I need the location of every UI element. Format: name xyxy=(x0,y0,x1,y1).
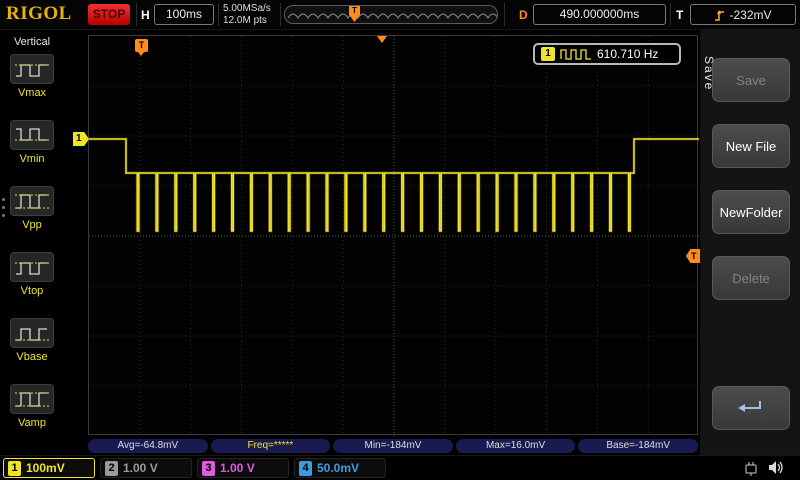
waveform-overview-icon xyxy=(285,6,497,23)
trigger-level-value: -232mV xyxy=(729,8,771,22)
timebase-value: 100ms xyxy=(154,4,214,25)
menu-item-vmax[interactable]: Vmax xyxy=(9,54,55,99)
left-menu-title: Vertical xyxy=(0,36,64,48)
horizontal-label: H xyxy=(141,8,150,22)
acquisition-info: 5.00MSa/s 12.0M pts xyxy=(223,3,271,27)
channel-4-scale: 50.0mV xyxy=(317,461,359,475)
usb-icon xyxy=(742,460,760,476)
bottom-bar: 1 100mV 2 1.00 V 3 1.00 V 4 50.0mV xyxy=(0,455,800,480)
channel-1-chip: 1 xyxy=(8,461,21,476)
channel-1-scale: 100mV xyxy=(26,461,65,475)
channel-2-scale: 1.00 V xyxy=(123,461,158,475)
menu-item-label: Vtop xyxy=(9,285,55,297)
vmax-icon xyxy=(10,54,54,84)
speaker-icon xyxy=(768,460,785,475)
channel1-reference-marker[interactable]: 1 xyxy=(73,132,89,146)
menu-item-vpp[interactable]: Vpp xyxy=(9,186,55,231)
divider xyxy=(218,3,219,26)
new-folder-button[interactable]: NewFolder xyxy=(712,190,790,234)
back-button[interactable] xyxy=(712,386,790,430)
brand-logo: RIGOL xyxy=(6,3,72,25)
divider xyxy=(670,3,671,26)
trigger-center-icon xyxy=(377,36,387,43)
left-menu: Vertical Vmax Vmin Vpp Vtop xyxy=(0,30,64,455)
menu-item-label: Vbase xyxy=(9,351,55,363)
menu-item-vamp[interactable]: Vamp xyxy=(9,384,55,429)
menu-item-vtop[interactable]: Vtop xyxy=(9,252,55,297)
measurement-max: Max=16.0mV xyxy=(456,439,576,453)
right-menu: Save Save New File NewFolder Delete xyxy=(700,30,800,455)
freq-channel-chip: 1 xyxy=(541,47,555,61)
channel-3-status[interactable]: 3 1.00 V xyxy=(197,458,289,478)
menu-page-indicator xyxy=(2,198,5,217)
vmin-icon xyxy=(10,120,54,150)
waveform-trace-ch1 xyxy=(89,36,699,436)
channel-3-scale: 1.00 V xyxy=(220,461,255,475)
delete-button[interactable]: Delete xyxy=(712,256,790,300)
measurement-min: Min=-184mV xyxy=(333,439,453,453)
vpp-icon xyxy=(10,186,54,216)
oscilloscope-screen: RIGOL STOP H 100ms 5.00MSa/s 12.0M pts T… xyxy=(0,0,800,480)
channel-4-status[interactable]: 4 50.0mV xyxy=(294,458,386,478)
sample-rate: 5.00MSa/s xyxy=(223,3,271,15)
menu-item-vmin[interactable]: Vmin xyxy=(9,120,55,165)
save-button[interactable]: Save xyxy=(712,58,790,102)
channel-2-status[interactable]: 2 1.00 V xyxy=(100,458,192,478)
vbase-icon xyxy=(10,318,54,348)
frequency-counter-badge: 1 610.710 Hz xyxy=(533,43,681,65)
trigger-label: T xyxy=(676,8,683,22)
horizontal-position-bar: T xyxy=(284,5,498,24)
channel-3-chip: 3 xyxy=(202,461,215,476)
channel-1-status[interactable]: 1 100mV xyxy=(3,458,95,478)
channel-2-chip: 2 xyxy=(105,461,118,476)
trigger-edge-icon xyxy=(714,8,725,22)
return-arrow-icon xyxy=(736,398,766,418)
run-state-badge: STOP xyxy=(88,4,130,25)
menu-item-vbase[interactable]: Vbase xyxy=(9,318,55,363)
divider xyxy=(280,3,281,26)
memory-depth: 12.0M pts xyxy=(223,15,271,27)
divider xyxy=(504,3,505,26)
divider xyxy=(136,3,137,26)
vamp-icon xyxy=(10,384,54,414)
measurement-avg: Avg=-64.8mV xyxy=(88,439,208,453)
new-file-button[interactable]: New File xyxy=(712,124,790,168)
vtop-icon xyxy=(10,252,54,282)
measurement-base: Base=-184mV xyxy=(578,439,698,453)
menu-item-label: Vmax xyxy=(9,87,55,99)
pulse-train-icon xyxy=(560,48,592,60)
delay-label: D xyxy=(519,8,528,22)
measurement-bar: Avg=-64.8mV Freq=***** Min=-184mV Max=16… xyxy=(88,439,698,453)
menu-item-label: Vamp xyxy=(9,417,55,429)
trigger-info: -232mV xyxy=(690,4,796,25)
measurement-freq: Freq=***** xyxy=(211,439,331,453)
trigger-position-marker[interactable]: T xyxy=(135,39,148,52)
graticule: 1 T T 1 610.710 Hz xyxy=(88,35,698,435)
menu-item-label: Vpp xyxy=(9,219,55,231)
delay-value: 490.000000ms xyxy=(533,4,666,25)
menu-item-label: Vmin xyxy=(9,153,55,165)
channel-4-chip: 4 xyxy=(299,461,312,476)
top-bar: RIGOL STOP H 100ms 5.00MSa/s 12.0M pts T… xyxy=(0,0,800,30)
frequency-value: 610.710 Hz xyxy=(597,47,658,61)
